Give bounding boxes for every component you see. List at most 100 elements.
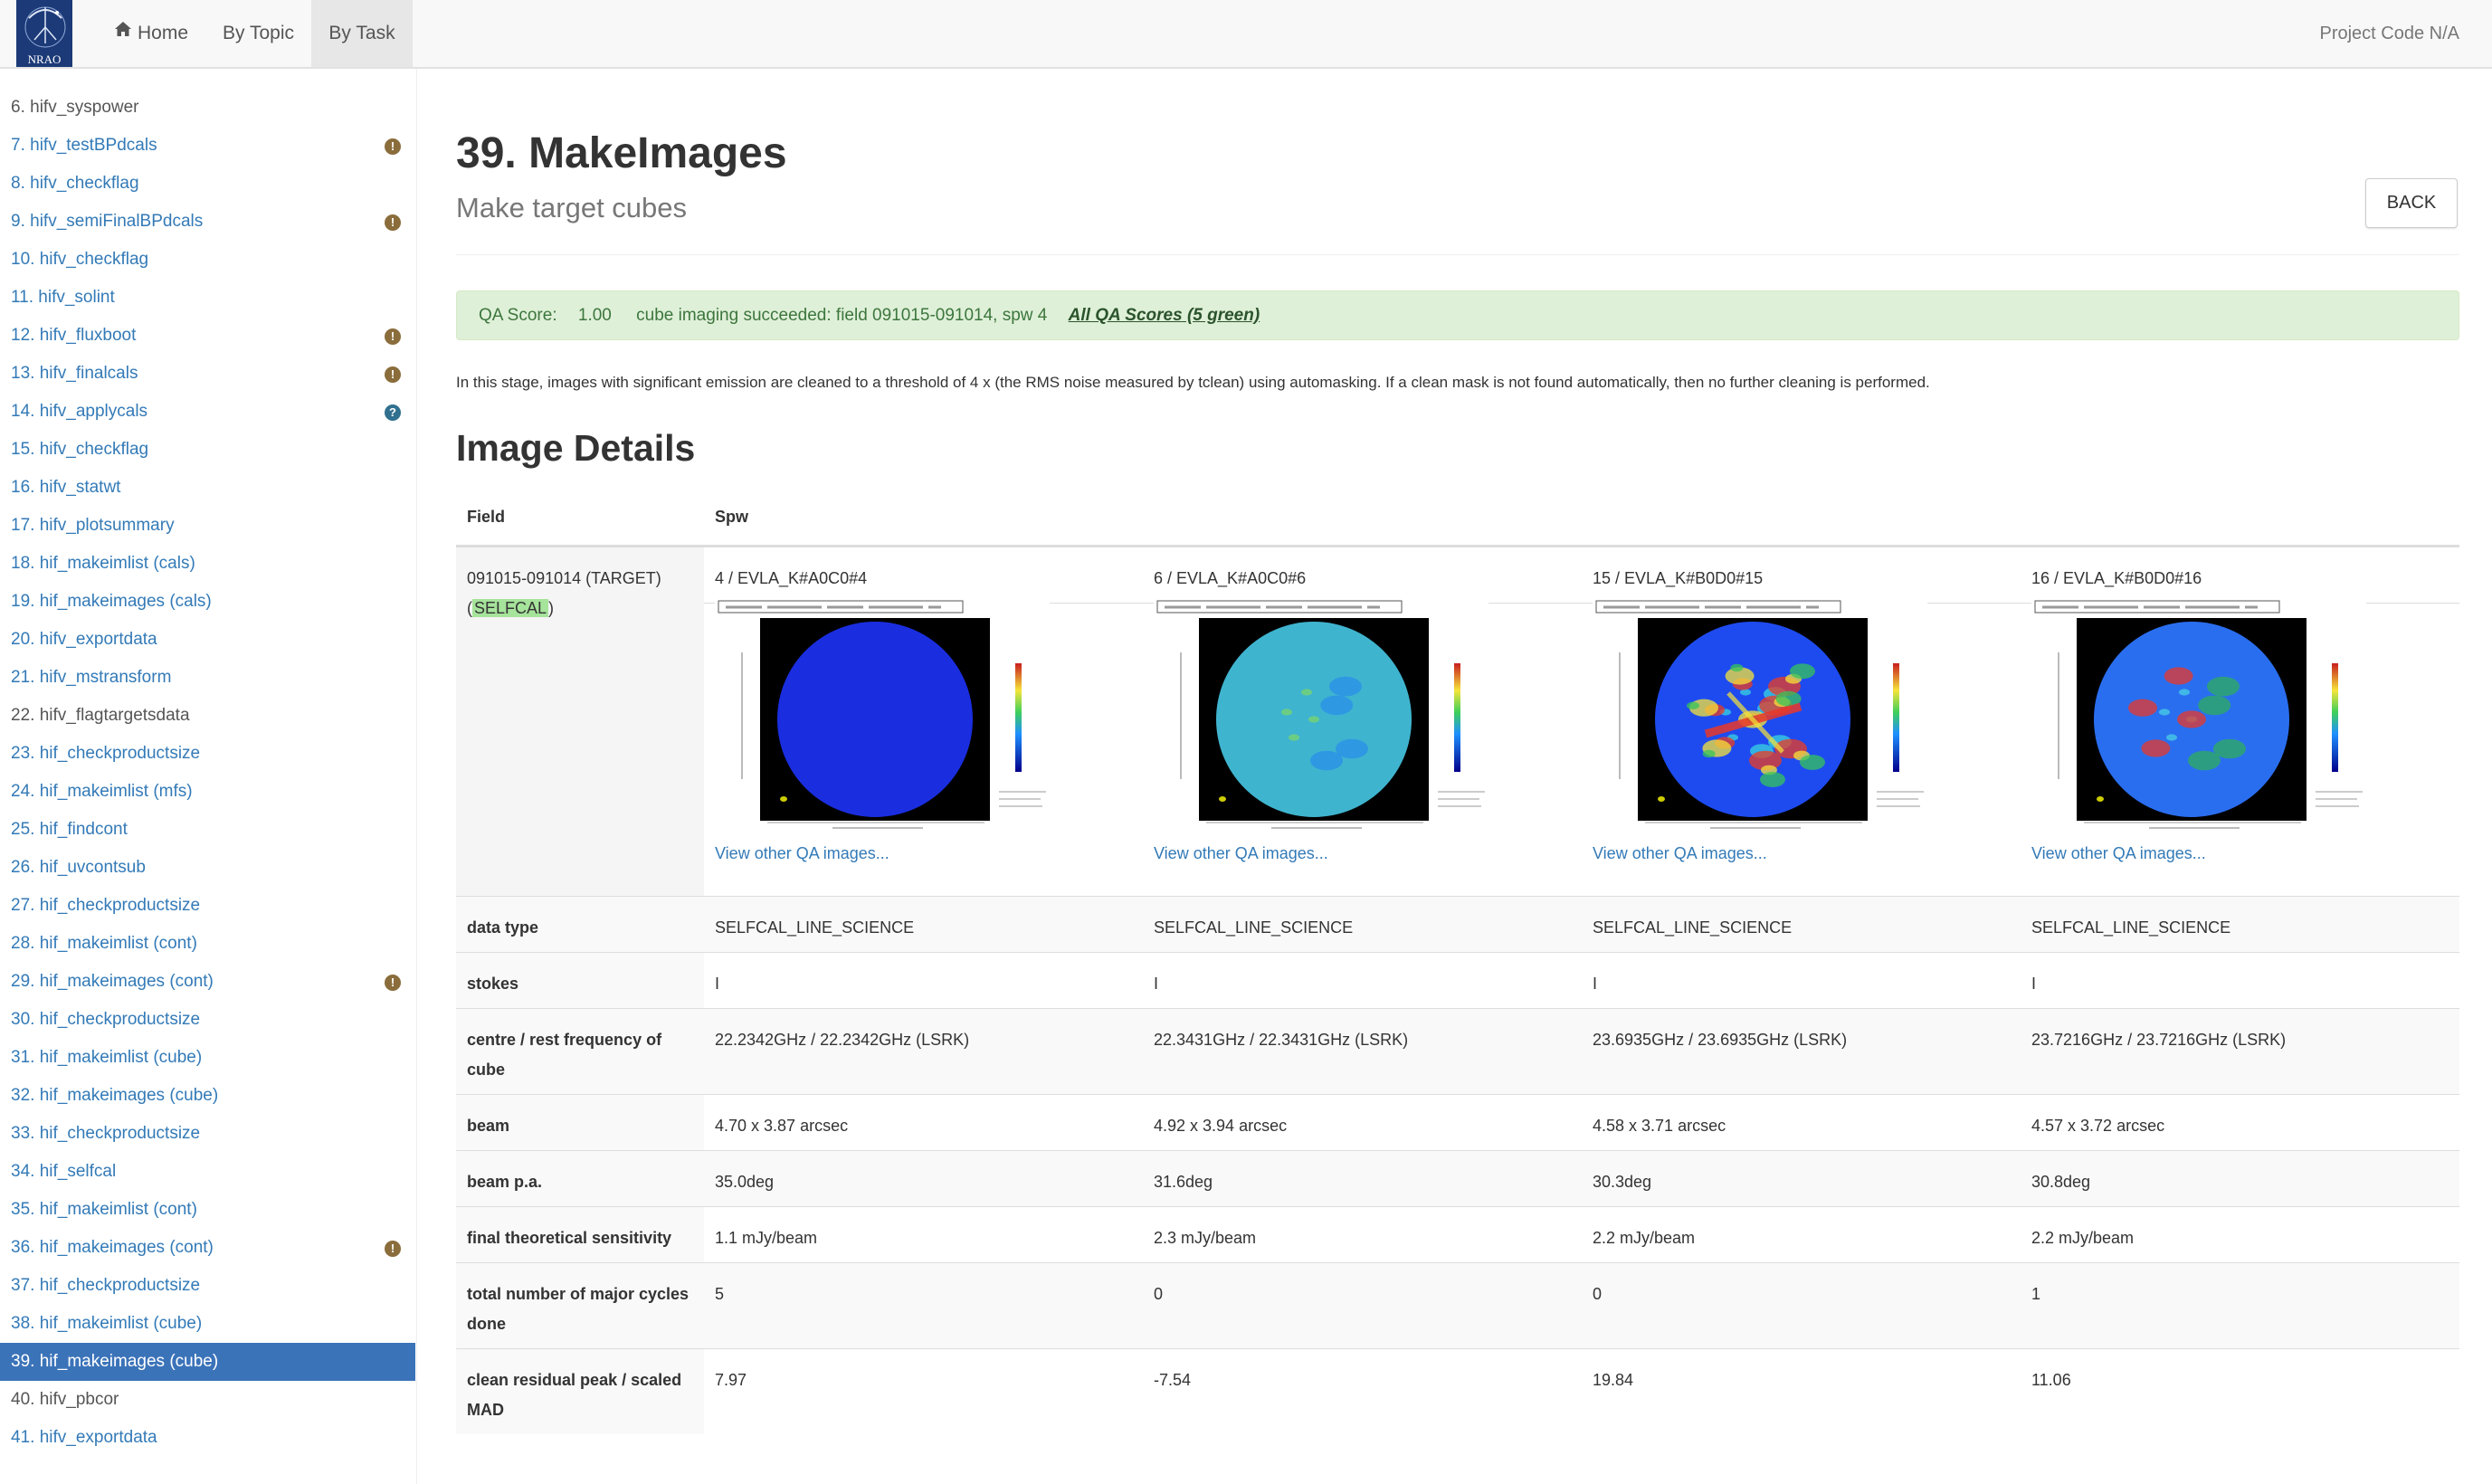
warning-icon[interactable]: ! (385, 366, 401, 383)
sidebar-item[interactable]: 12. hifv_fluxboot! (0, 317, 415, 355)
sidebar-item[interactable]: 14. hifv_applycals? (0, 393, 415, 431)
warning-icon[interactable]: ! (385, 138, 401, 155)
stage-description: In this stage, images with significant e… (456, 374, 1930, 391)
sidebar-item-label: 12. hifv_fluxboot (11, 326, 137, 345)
sidebar-item-label: 21. hifv_mstransform (11, 668, 172, 687)
sidebar-item[interactable]: 8. hifv_checkflag (0, 165, 415, 203)
view-other-qa-images-link[interactable]: View other QA images... (715, 844, 889, 862)
table-row: beam 4.70 x 3.87 arcsec 4.92 x 3.94 arcsec… (456, 1094, 2459, 1151)
sidebar-item[interactable]: 24. hif_makeimlist (mfs) (0, 773, 415, 811)
table-cell: 23.7216GHz / 23.7216GHz (LSRK) (2021, 1008, 2459, 1095)
sidebar-item[interactable]: 26. hif_uvcontsub (0, 849, 415, 887)
table-row: clean residual peak / scaled MAD 7.97 -7.5… (456, 1348, 2459, 1434)
sidebar-item[interactable]: 10. hifv_checkflag (0, 241, 415, 279)
table-cell: 4.70 x 3.87 arcsec (704, 1094, 1143, 1151)
back-button[interactable]: BACK (2365, 178, 2458, 228)
sidebar-item[interactable]: 38. hif_makeimlist (cube) (0, 1305, 415, 1343)
row-label: clean residual peak / scaled MAD (456, 1348, 704, 1434)
sidebar-item[interactable]: 7. hifv_testBPdcals! (0, 127, 415, 165)
sidebar-item-label: 38. hif_makeimlist (cube) (11, 1314, 203, 1333)
row-label: beam p.a. (456, 1150, 704, 1207)
sidebar-item[interactable]: 11. hifv_solint (0, 279, 415, 317)
nav-by-topic[interactable]: By Topic (203, 0, 314, 67)
divider (456, 254, 2459, 255)
row-label: total number of major cycles done (456, 1262, 704, 1349)
sidebar-item[interactable]: 27. hif_checkproductsize (0, 887, 415, 925)
sidebar-item[interactable]: 34. hif_selfcal (0, 1153, 415, 1191)
nav-by-task[interactable]: By Task (311, 0, 413, 67)
warning-icon[interactable]: ! (385, 975, 401, 991)
svg-text:NRAO: NRAO (28, 52, 62, 66)
qa-image-thumbnail[interactable] (1154, 598, 1489, 832)
nrao-logo[interactable]: NRAO (16, 0, 72, 67)
sidebar-item-label: 37. hif_checkproductsize (11, 1276, 201, 1295)
warning-icon[interactable]: ! (385, 214, 401, 231)
sidebar-item[interactable]: 16. hifv_statwt (0, 469, 415, 507)
sidebar-item-label: 18. hif_makeimlist (cals) (11, 554, 195, 573)
view-other-qa-images-link[interactable]: View other QA images... (1154, 844, 1328, 862)
view-other-qa-images-link[interactable]: View other QA images... (1593, 844, 1767, 862)
sidebar-item-label: 22. hifv_flagtargetsdata (11, 706, 190, 725)
page-subtitle: Make target cubes (456, 192, 688, 224)
table-cell: 35.0deg (704, 1150, 1143, 1207)
sidebar-item-label: 31. hif_makeimlist (cube) (11, 1048, 203, 1067)
table-cell: -7.54 (1143, 1348, 1582, 1434)
sidebar-item[interactable]: 35. hif_makeimlist (cont) (0, 1191, 415, 1229)
table-row: data type SELFCAL_LINE_SCIENCE SELFCAL_LIN… (456, 896, 2459, 953)
table-cell: 0 (1582, 1262, 2021, 1349)
sidebar-item-label: 13. hifv_finalcals (11, 364, 138, 383)
sidebar-item[interactable]: 21. hifv_mstransform (0, 659, 415, 697)
nav-home[interactable]: Home (94, 0, 208, 67)
sidebar-item[interactable]: 33. hif_checkproductsize (0, 1115, 415, 1153)
sidebar-item[interactable]: 23. hif_checkproductsize (0, 735, 415, 773)
view-other-qa-images-link[interactable]: View other QA images... (2031, 844, 2206, 862)
sidebar-item-label: 23. hif_checkproductsize (11, 744, 201, 763)
sidebar-item-label: 36. hif_makeimages (cont) (11, 1238, 214, 1257)
sidebar-item-label: 8. hifv_checkflag (11, 174, 139, 193)
sidebar-item[interactable]: 32. hif_makeimages (cube) (0, 1077, 415, 1115)
sidebar-item[interactable]: 41. hifv_exportdata (0, 1419, 415, 1457)
sidebar-item[interactable]: 18. hif_makeimlist (cals) (0, 545, 415, 583)
sidebar-item[interactable]: 39. hif_makeimages (cube) (0, 1343, 415, 1381)
row-label: data type (456, 896, 704, 953)
qa-image-thumbnail[interactable] (2031, 598, 2366, 832)
section-title: Image Details (456, 427, 696, 469)
warning-icon[interactable]: ! (385, 328, 401, 345)
sidebar-item[interactable]: 15. hifv_checkflag (0, 431, 415, 469)
warning-icon[interactable]: ! (385, 1241, 401, 1257)
table-row: stokes I I I I (456, 952, 2459, 1009)
qa-image-cell: View other QA images... (2021, 598, 2459, 897)
sidebar-item[interactable]: 40. hifv_pbcor (0, 1381, 415, 1419)
qa-image-thumbnail[interactable] (1593, 598, 1927, 832)
sidebar-item[interactable]: 13. hifv_finalcals! (0, 355, 415, 393)
selfcal-badge: SELFCAL (472, 599, 549, 617)
sidebar-item[interactable]: 19. hif_makeimages (cals) (0, 583, 415, 621)
table-cell: 31.6deg (1143, 1150, 1582, 1207)
qa-score-value: 1.00 (577, 306, 612, 325)
table-cell: 1 (2021, 1262, 2459, 1349)
sidebar-item[interactable]: 30. hif_checkproductsize (0, 1001, 415, 1039)
sidebar-item[interactable]: 22. hifv_flagtargetsdata (0, 697, 415, 735)
sidebar-item[interactable]: 20. hifv_exportdata (0, 621, 415, 659)
table-cell: 1.1 mJy/beam (704, 1206, 1143, 1263)
all-qa-scores-link[interactable]: All QA Scores (5 green) (1069, 306, 1260, 325)
info-icon[interactable]: ? (385, 404, 401, 421)
sidebar-item[interactable]: 28. hif_makeimlist (cont) (0, 925, 415, 963)
sidebar-item[interactable]: 31. hif_makeimlist (cube) (0, 1039, 415, 1077)
sidebar-item-label: 40. hifv_pbcor (11, 1390, 119, 1409)
sidebar-item[interactable]: 25. hif_findcont (0, 811, 415, 849)
sidebar-item[interactable]: 29. hif_makeimages (cont)! (0, 963, 415, 1001)
sidebar-item[interactable]: 17. hifv_plotsummary (0, 507, 415, 545)
sidebar-item[interactable]: 37. hif_checkproductsize (0, 1267, 415, 1305)
sidebar-item-label: 32. hif_makeimages (cube) (11, 1086, 219, 1105)
sidebar-item[interactable]: 9. hifv_semiFinalBPdcals! (0, 203, 415, 241)
header-field: Field (456, 489, 704, 547)
table-row: centre / rest frequency of cube 22.2342GH… (456, 1008, 2459, 1095)
table-cell: SELFCAL_LINE_SCIENCE (704, 896, 1143, 953)
sidebar-item-label: 35. hif_makeimlist (cont) (11, 1200, 197, 1219)
sidebar-item[interactable]: 6. hifv_syspower (0, 89, 415, 127)
qa-image-thumbnail[interactable] (715, 598, 1050, 832)
sidebar-item[interactable]: 36. hif_makeimages (cont)! (0, 1229, 415, 1267)
table-cell: 7.97 (704, 1348, 1143, 1434)
sidebar-item-label: 6. hifv_syspower (11, 98, 139, 117)
